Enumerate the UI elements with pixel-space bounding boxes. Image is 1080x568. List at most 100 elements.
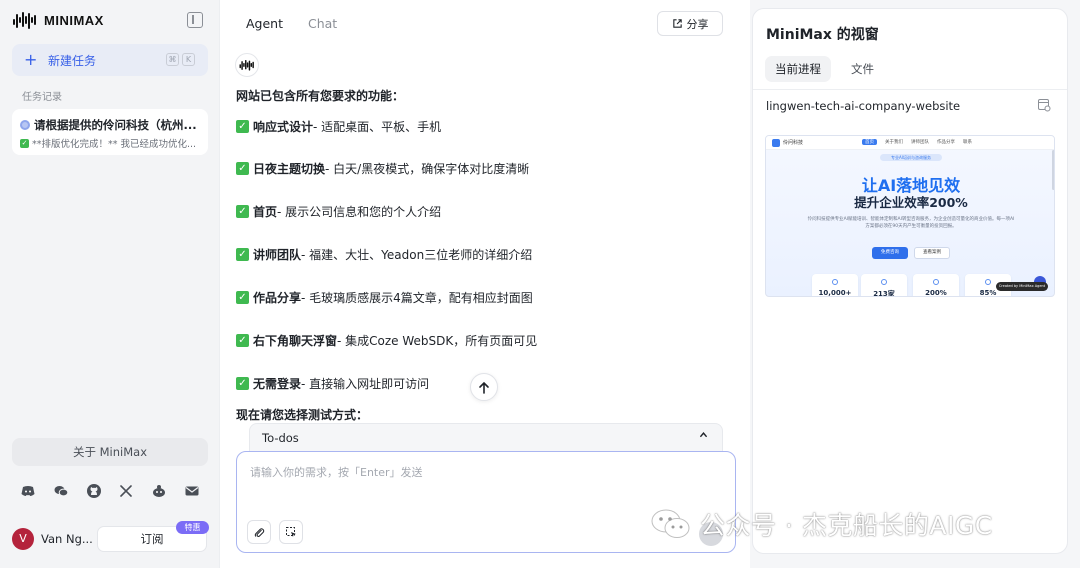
x-icon[interactable]: [118, 483, 134, 499]
feature-item: ✓ 讲师团队 - 福建、大壮、Yeadon三位老师的详细介绍: [236, 246, 532, 263]
plus-icon: +: [24, 50, 38, 69]
preview-description: 伶问科技提供专业AI赋能培训、智能体定制和AI转型咨询服务，为企业创造可量化的商…: [807, 217, 1015, 229]
check-icon: ✓: [236, 377, 249, 390]
preview-nav-link: 首页: [862, 139, 877, 145]
scroll-up-button[interactable]: [470, 373, 498, 401]
brand-name: MINIMAX: [44, 12, 104, 28]
feature-title: 首页: [253, 205, 278, 219]
task-title: 请根据提供的伶问科技（杭州...: [34, 118, 197, 132]
preview-primary-button: 免费咨询: [872, 247, 908, 259]
sidebar: MINIMAX + 新建任务 ⌘ K 任务记录 请根据提供的伶问科技（杭州...…: [0, 0, 220, 568]
preview-stat-card: 200%: [913, 274, 959, 297]
stat-value: 10,000+: [818, 289, 852, 297]
stat-value: 200%: [925, 289, 947, 297]
avatar: V: [12, 528, 34, 550]
github-icon[interactable]: [86, 483, 102, 499]
new-task-button[interactable]: + 新建任务 ⌘ K: [12, 44, 208, 76]
tab-chat[interactable]: Chat: [308, 16, 337, 31]
attach-button[interactable]: [247, 520, 271, 544]
stat-icon: [881, 279, 887, 285]
feature-title: 作品分享: [253, 291, 302, 305]
feature-desc: - 展示公司信息和您的个人介绍: [277, 205, 442, 219]
test-method-heading: 现在请您选择测试方式：: [236, 408, 369, 422]
check-icon: ✓: [236, 334, 249, 347]
user-name: Van Ng...: [41, 532, 93, 546]
feature-item: ✓ 首页 - 展示公司信息和您的个人介绍: [236, 203, 441, 220]
website-preview[interactable]: 伶问科技 首页 关于我们 讲师团队 作品分享 联系 专业AI培训与咨询服务 让A…: [765, 135, 1055, 297]
feature-desc: - 福建、大壮、Yeadon三位老师的详细介绍: [301, 248, 533, 262]
preview-stat-card: 10,000+: [812, 274, 858, 297]
agent-avatar-icon: [235, 53, 259, 77]
check-icon: ✓: [236, 248, 249, 261]
new-task-label: 新建任务: [48, 53, 97, 68]
watermark: 公众号 · 杰克船长的AIGC: [650, 506, 993, 542]
tab-agent[interactable]: Agent: [246, 16, 283, 31]
preview-nav-link: 联系: [963, 140, 972, 145]
stat-icon: [832, 279, 838, 285]
share-label: 分享: [686, 17, 709, 31]
check-icon: ✓: [236, 291, 249, 304]
about-button[interactable]: 关于 MiniMax: [12, 438, 208, 466]
todos-toggle[interactable]: To-dos: [249, 423, 723, 451]
discord-icon[interactable]: [20, 483, 36, 499]
feature-title: 无需登录: [253, 377, 302, 391]
brand[interactable]: MINIMAX: [12, 8, 104, 32]
feature-desc: - 直接输入网址即可访问: [301, 377, 430, 391]
feature-title: 响应式设计: [253, 120, 314, 134]
feature-title: 日夜主题切换: [253, 162, 326, 176]
feature-item: ✓ 日夜主题切换 - 白天/黑夜模式，确保字体对比度清晰: [236, 160, 529, 177]
reddit-icon[interactable]: [151, 483, 167, 499]
feature-desc: - 白天/黑夜模式，确保字体对比度清晰: [325, 162, 530, 176]
preview-subheadline: 提升企业效率200%: [854, 195, 968, 210]
paperclip-icon: [254, 528, 265, 537]
task-status-icon: [20, 120, 30, 130]
stat-value: 213家: [873, 290, 895, 297]
project-name: lingwen-tech-ai-company-website: [766, 99, 961, 113]
user-profile[interactable]: V Van Ng...: [12, 528, 93, 550]
feature-title: 讲师团队: [253, 248, 302, 262]
sidebar-collapse-icon[interactable]: [187, 12, 203, 28]
todos-label: To-dos: [262, 431, 299, 445]
feature-desc: - 集成Coze WebSDK，所有页面可见: [337, 334, 538, 348]
task-history-title: 任务记录: [22, 92, 62, 103]
share-icon: [672, 19, 682, 28]
shortcut-command-key: ⌘: [166, 53, 179, 66]
select-area-button[interactable]: [279, 520, 303, 544]
preview-nav-link: 讲师团队: [911, 140, 929, 145]
share-button[interactable]: 分享: [657, 11, 723, 36]
feature-desc: - 适配桌面、平板、手机: [313, 120, 442, 134]
social-links: [20, 482, 200, 500]
preview-navbar: 伶问科技 首页 关于我们 讲师团队 作品分享 联系: [766, 136, 1054, 150]
wechat-logo-icon: [650, 507, 692, 541]
preview-chat-widget: Created by MiniMax Agent: [996, 282, 1048, 291]
preview-pill: 专业AI培训与咨询服务: [880, 154, 942, 161]
minimax-logo-icon: [13, 12, 36, 29]
task-subtitle: **排版优化完成！** 我已经成功优化...: [32, 139, 197, 150]
stat-icon: [985, 279, 991, 285]
check-icon: ✓: [20, 138, 29, 148]
wechat-icon[interactable]: [53, 483, 69, 499]
divider: [753, 89, 1067, 90]
feature-item: ✓ 无需登录 - 直接输入网址即可访问: [236, 375, 429, 392]
watermark-text: 公众号 · 杰克船长的AIGC: [700, 511, 993, 540]
check-icon: ✓: [236, 162, 249, 175]
tab-files[interactable]: 文件: [841, 56, 884, 82]
prompt-input[interactable]: [250, 466, 720, 479]
feature-item: ✓ 作品分享 - 毛玻璃质感展示4篇文章，配有相应封面图: [236, 289, 533, 306]
tab-current-process[interactable]: 当前进程: [765, 56, 831, 82]
preview-nav-links: 首页 关于我们 讲师团队 作品分享 联系: [862, 139, 972, 145]
shortcut-k-key: K: [182, 53, 195, 66]
minimax-viewport-panel: MiniMax 的视窗 当前进程 文件 lingwen-tech-ai-comp…: [752, 8, 1068, 554]
preview-logo-text: 伶问科技: [783, 140, 804, 146]
feature-item: ✓ 响应式设计 - 适配桌面、平板、手机: [236, 118, 441, 135]
feature-title: 右下角聊天浮窗: [253, 334, 338, 348]
check-icon: ✓: [236, 205, 249, 218]
feature-desc: - 毛玻璃质感展示4篇文章，配有相应封面图: [301, 291, 533, 305]
check-icon: ✓: [236, 120, 249, 133]
task-item[interactable]: 请根据提供的伶问科技（杭州... ✓ **排版优化完成！** 我已经成功优化..…: [12, 109, 208, 155]
mail-icon[interactable]: [184, 483, 200, 499]
app-window: MINIMAX + 新建任务 ⌘ K 任务记录 请根据提供的伶问科技（杭州...…: [0, 0, 1080, 568]
preview-stat-card: 213家: [861, 274, 907, 297]
browser-preview-icon[interactable]: [1037, 97, 1051, 112]
message-heading: 网站已包含所有您要求的功能：: [236, 89, 405, 103]
